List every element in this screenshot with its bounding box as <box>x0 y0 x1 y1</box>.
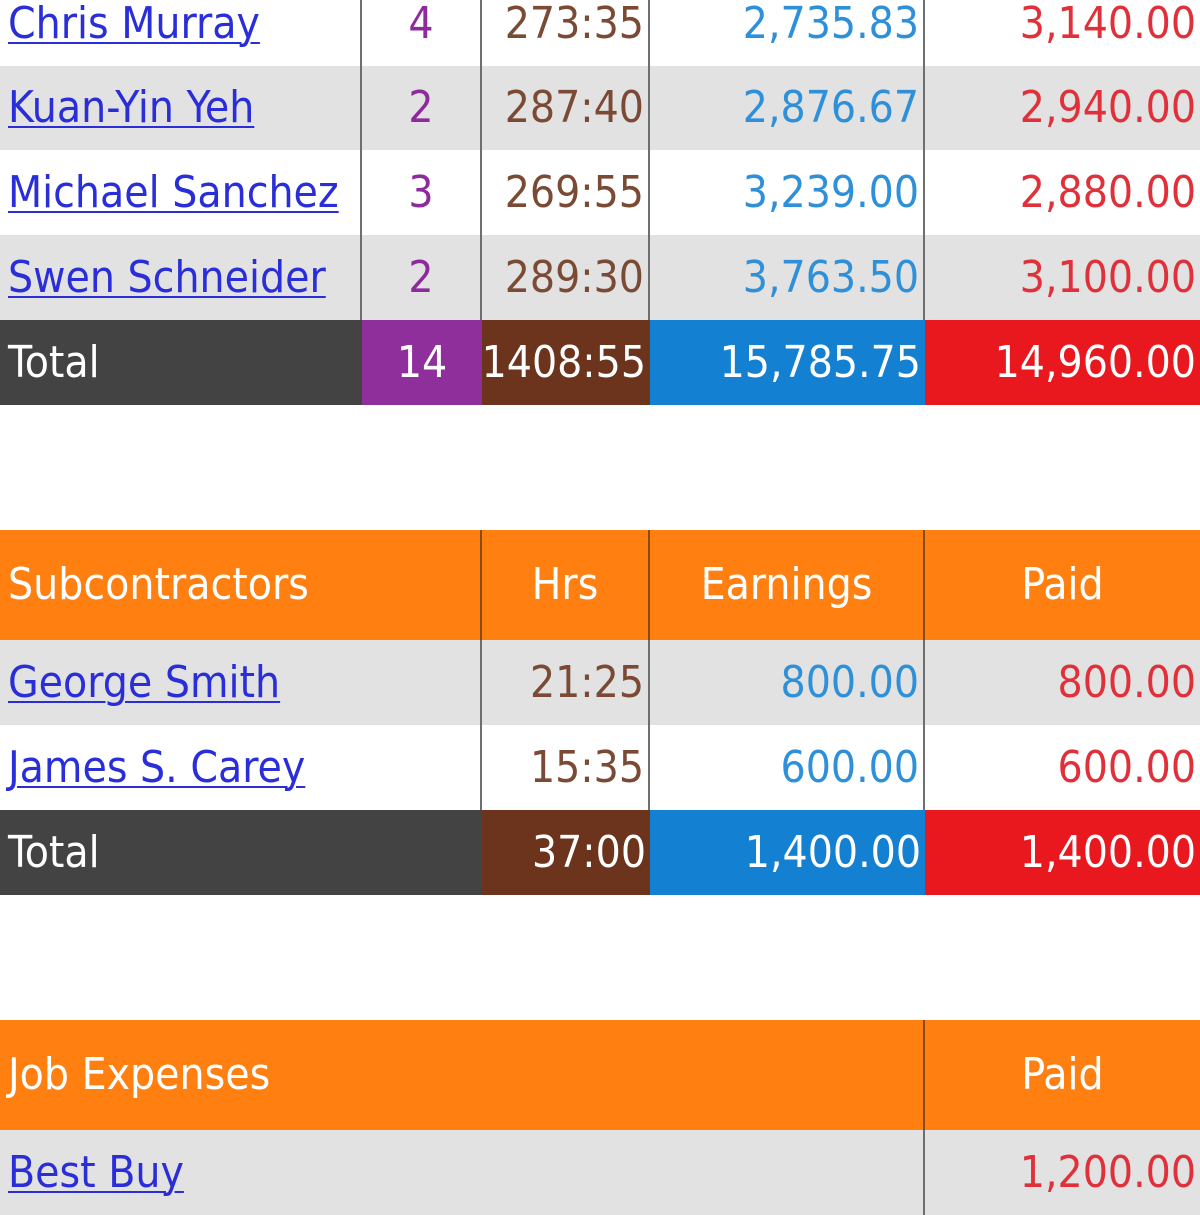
expense-name-cell: Best Buy <box>0 1130 925 1215</box>
subcontractors-total-row: Total 37:00 1,400.00 1,400.00 <box>0 810 1200 895</box>
table-row: Swen Schneider 2 289:30 3,763.50 3,100.0… <box>0 235 1200 320</box>
hours-cell: 15:35 <box>482 725 650 810</box>
paid-cell: 600.00 <box>1057 741 1196 793</box>
earnings-cell: 2,876.67 <box>650 66 925 150</box>
earnings-cell: 3,239.00 <box>650 150 925 235</box>
subcontractor-link[interactable]: James S. Carey <box>8 745 305 790</box>
earnings-cell: 800.00 <box>650 640 925 725</box>
subcontractors-table: Subcontractors Hrs Earnings Paid George … <box>0 530 1200 895</box>
employees-total-row: Total 14 1408:55 15,785.75 14,960.00 <box>0 320 1200 405</box>
paid-cell: 1,200.00 <box>1019 1146 1196 1198</box>
hrs-column-header: Hrs <box>482 530 650 640</box>
table-row: Michael Sanchez 3 269:55 3,239.00 2,880.… <box>0 150 1200 235</box>
expense-link[interactable]: Best Buy <box>8 1150 184 1195</box>
subcontractor-name-cell: George Smith <box>0 640 482 725</box>
total-earnings: 15,785.75 <box>650 320 925 405</box>
subcontractor-name-cell: James S. Carey <box>0 725 482 810</box>
earnings-cell: 2,735.83 <box>650 0 925 66</box>
total-hours: 37:00 <box>482 810 650 895</box>
table-row: Kuan-Yin Yeh 2 287:40 2,876.67 2,940.00 <box>0 66 1200 150</box>
total-hours: 1408:55 <box>482 320 650 405</box>
subcontractor-link[interactable]: George Smith <box>8 660 280 705</box>
paid-cell: 3,140.00 <box>1019 0 1196 49</box>
table-row: James S. Carey 15:35 600.00 600.00 <box>0 725 1200 810</box>
subcontractors-title: Subcontractors <box>0 530 482 640</box>
hours-cell: 289:30 <box>482 235 650 320</box>
paid-cell: 3,100.00 <box>1019 251 1196 303</box>
paid-cell: 800.00 <box>1057 656 1196 708</box>
employee-link[interactable]: Michael Sanchez <box>8 170 339 215</box>
total-label: Total <box>0 810 482 895</box>
jobs-cell: 3 <box>362 150 482 235</box>
earnings-cell: 600.00 <box>650 725 925 810</box>
job-expenses-header: Job Expenses Paid <box>0 1020 1200 1130</box>
paid-cell: 2,940.00 <box>1019 82 1196 133</box>
jobs-cell: 2 <box>362 235 482 320</box>
payroll-report: Chris Murray 4 273:35 2,735.83 3,140.00 … <box>0 0 1200 1215</box>
paid-cell: 2,880.00 <box>1019 166 1196 218</box>
employee-name-cell: Michael Sanchez <box>0 150 362 235</box>
hours-cell: 273:35 <box>482 0 650 66</box>
table-row: Best Buy 1,200.00 <box>0 1130 1200 1215</box>
table-row: Chris Murray 4 273:35 2,735.83 3,140.00 <box>0 0 1200 66</box>
employee-name-cell: Kuan-Yin Yeh <box>0 66 362 150</box>
hours-cell: 269:55 <box>482 150 650 235</box>
earnings-column-header: Earnings <box>650 530 925 640</box>
subcontractors-header: Subcontractors Hrs Earnings Paid <box>0 530 1200 640</box>
employee-name-cell: Swen Schneider <box>0 235 362 320</box>
jobs-cell: 4 <box>362 0 482 66</box>
employee-name-cell: Chris Murray <box>0 0 362 66</box>
hours-cell: 21:25 <box>482 640 650 725</box>
total-paid: 1,400.00 <box>925 810 1200 895</box>
total-jobs: 14 <box>362 320 482 405</box>
total-label: Total <box>0 320 362 405</box>
employee-link[interactable]: Chris Murray <box>8 2 260 46</box>
jobs-cell: 2 <box>362 66 482 150</box>
job-expenses-title: Job Expenses <box>0 1020 925 1130</box>
earnings-cell: 3,763.50 <box>650 235 925 320</box>
paid-column-header: Paid <box>925 530 1200 640</box>
paid-column-header: Paid <box>925 1020 1200 1130</box>
job-expenses-table: Job Expenses Paid Best Buy 1,200.00 <box>0 1020 1200 1215</box>
employees-table: Chris Murray 4 273:35 2,735.83 3,140.00 … <box>0 0 1200 405</box>
total-paid: 14,960.00 <box>925 320 1200 405</box>
hours-cell: 287:40 <box>482 66 650 150</box>
table-row: George Smith 21:25 800.00 800.00 <box>0 640 1200 725</box>
employee-link[interactable]: Swen Schneider <box>8 255 326 300</box>
employee-link[interactable]: Kuan-Yin Yeh <box>8 86 254 130</box>
total-earnings: 1,400.00 <box>650 810 925 895</box>
